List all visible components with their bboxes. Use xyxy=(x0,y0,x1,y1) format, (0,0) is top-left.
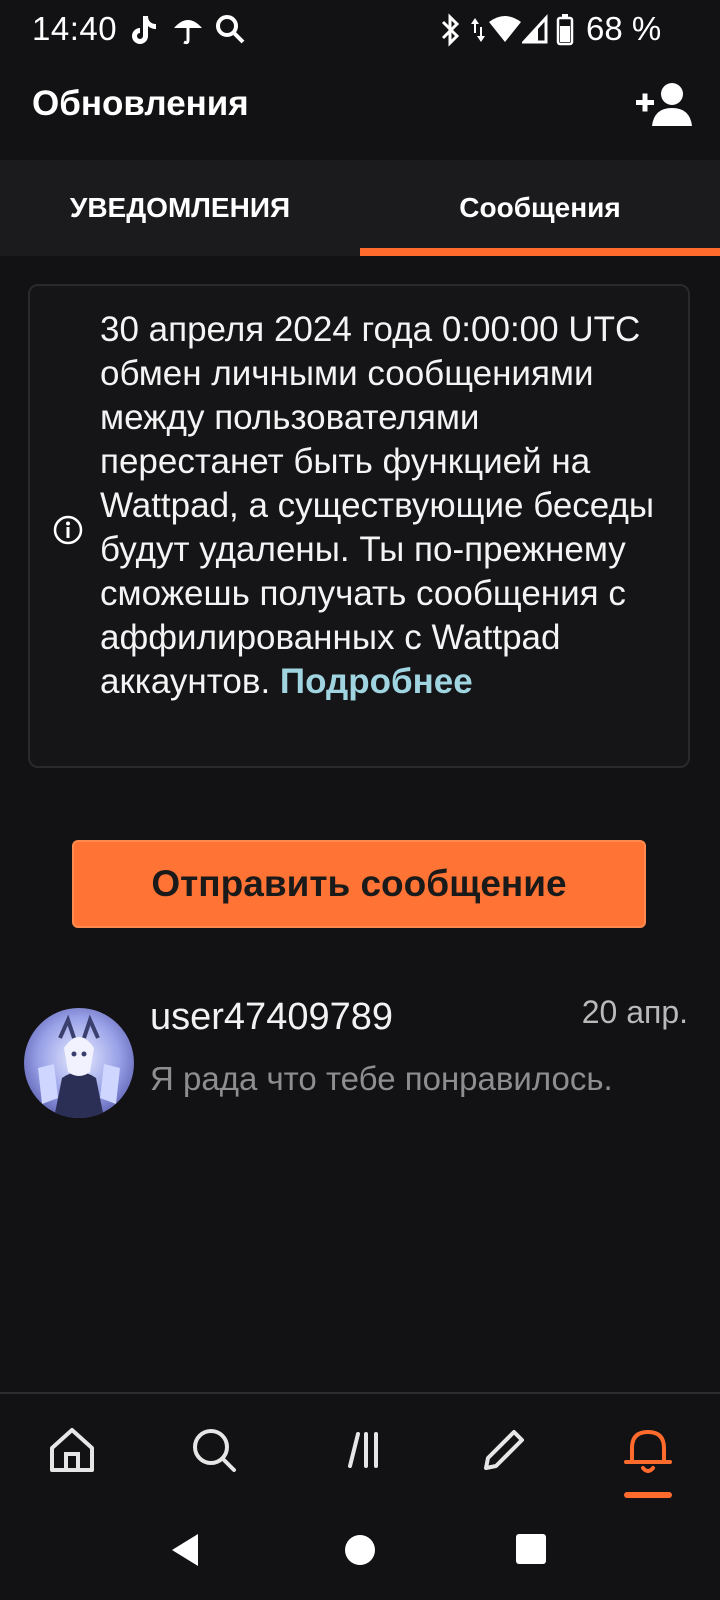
battery-icon xyxy=(556,14,574,46)
tab-messages[interactable]: Сообщения xyxy=(360,160,720,256)
search-icon xyxy=(216,15,245,44)
page-title: Обновления xyxy=(32,84,249,123)
home-icon[interactable] xyxy=(42,1420,102,1480)
back-icon[interactable] xyxy=(168,1532,202,1568)
add-person-icon[interactable] xyxy=(636,80,696,130)
tiktok-icon xyxy=(132,16,156,44)
info-icon xyxy=(53,515,83,545)
send-message-button[interactable]: Отправить сообщение xyxy=(72,840,646,928)
conversation-username: user47409789 xyxy=(150,996,393,1038)
tab-bar: УВЕДОМЛЕНИЯ Сообщения xyxy=(0,160,720,256)
bell-icon[interactable] xyxy=(618,1420,678,1480)
home-circle-icon[interactable] xyxy=(344,1534,376,1566)
notice-body: 30 апреля 2024 года 0:00:00 UTC обмен ли… xyxy=(100,310,655,701)
data-arrows-icon xyxy=(471,18,485,42)
signal-icon xyxy=(522,14,548,44)
recents-icon[interactable] xyxy=(516,1534,546,1564)
status-time: 14:40 xyxy=(32,10,118,47)
active-nav-indicator xyxy=(624,1492,672,1498)
umbrella-icon xyxy=(174,20,202,45)
notice-text: 30 апреля 2024 года 0:00:00 UTC обмен ли… xyxy=(100,308,670,704)
pencil-icon[interactable] xyxy=(474,1420,534,1480)
status-bar: 14:40 68 % xyxy=(0,0,720,62)
wifi-icon xyxy=(489,16,521,42)
conversation-preview: Я рада что тебе понравилось. xyxy=(150,1060,613,1097)
learn-more-link[interactable]: Подробнее xyxy=(280,662,473,701)
library-icon[interactable] xyxy=(332,1420,392,1480)
avatar[interactable] xyxy=(24,1008,134,1118)
battery-percentage: 68 % xyxy=(586,10,662,47)
bottom-nav-divider xyxy=(0,1392,720,1394)
tab-notifications[interactable]: УВЕДОМЛЕНИЯ xyxy=(0,160,360,256)
conversation-date: 20 апр. xyxy=(581,994,688,1030)
search-icon[interactable] xyxy=(184,1420,244,1480)
bluetooth-icon xyxy=(441,13,460,47)
active-tab-indicator xyxy=(360,248,720,256)
